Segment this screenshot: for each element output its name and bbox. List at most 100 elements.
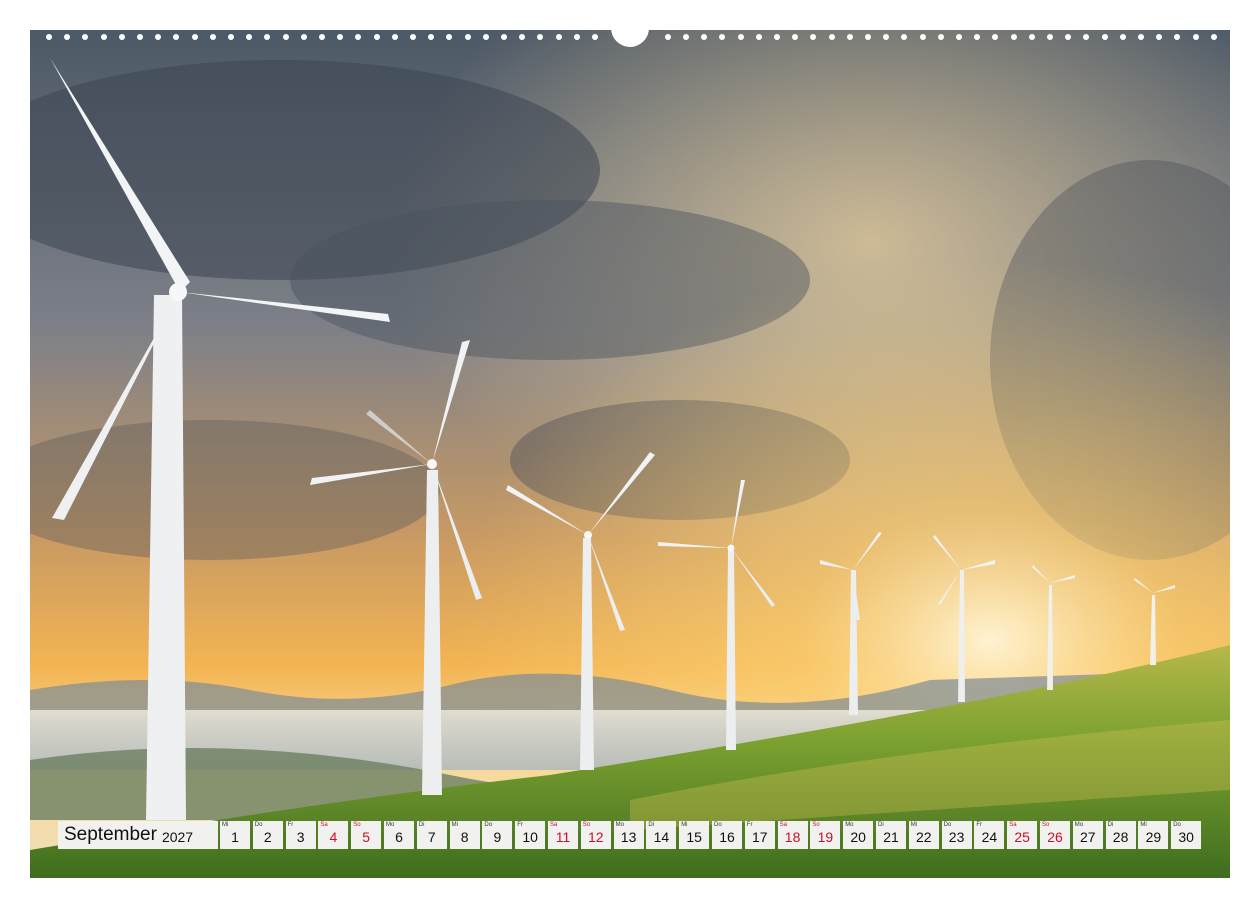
day-number: 17 (752, 829, 768, 845)
weekday-label: Mi (681, 822, 688, 828)
binding-hole (373, 34, 380, 40)
weekday-label: Do (714, 822, 722, 828)
weekday-label: Di (1107, 822, 1114, 828)
day-number: 23 (948, 829, 965, 845)
day-number: 25 (1014, 829, 1030, 845)
weekday-label: Sa (779, 822, 787, 828)
binding-hole (1065, 34, 1072, 40)
binding-hole (137, 34, 143, 40)
day-cell: Mo 27 (1072, 821, 1103, 849)
binding-hole (974, 34, 981, 40)
weekday-label: Do (254, 822, 263, 828)
binding-hole (683, 34, 689, 40)
day-number: 19 (817, 829, 834, 845)
day-number: 7 (427, 829, 436, 845)
binding-hole (391, 34, 398, 40)
day-cell: Fr 10 (515, 821, 546, 849)
weekday-label: Mo (615, 822, 624, 828)
day-cell: Do 23 (941, 821, 972, 849)
weekday-label: Mo (845, 822, 854, 828)
day-cell: Sa 4 (318, 821, 349, 849)
binding-hole (1047, 34, 1053, 40)
binding-hole (46, 34, 52, 40)
day-number: 6 (395, 829, 403, 845)
day-cell: Mo 6 (384, 821, 414, 849)
binding-hole (846, 34, 853, 40)
binding-hole (319, 34, 325, 40)
day-number: 18 (784, 829, 801, 845)
day-cell: Mo 13 (613, 821, 644, 849)
day-cell: Sa 18 (777, 821, 808, 849)
day-cell: Mi 15 (679, 821, 710, 849)
day-cell: Fr 3 (285, 821, 316, 849)
day-cell: Di 28 (1105, 821, 1136, 849)
day-number: 2 (263, 829, 272, 845)
day-cell: Do 16 (712, 821, 742, 849)
binding-hole (755, 34, 762, 40)
binding-hole (64, 34, 71, 40)
binding-hole (428, 34, 435, 40)
binding-hole (355, 34, 362, 40)
binding-hole (246, 34, 253, 40)
day-number: 10 (522, 829, 538, 845)
binding-hole (155, 34, 162, 40)
day-number: 1 (231, 829, 239, 845)
binding-hole (264, 34, 271, 40)
day-number: 12 (588, 829, 604, 845)
day-number: 24 (981, 829, 998, 845)
binding-hole (592, 34, 598, 40)
weekday-label: So (812, 822, 820, 828)
binding-hole (664, 34, 671, 40)
binding-hole (1174, 34, 1181, 40)
binding-hole (300, 34, 307, 40)
day-number: 20 (850, 829, 866, 845)
day-cell: Mi 8 (449, 821, 480, 849)
month-year: 2027 (161, 828, 194, 845)
binding-hole (865, 34, 871, 40)
day-number: 8 (460, 829, 469, 845)
weekday-label: Fr (517, 822, 523, 828)
binding-hole (100, 34, 107, 40)
binding-hole (482, 34, 489, 40)
day-cell: Fr 17 (744, 821, 775, 849)
binding-hole (209, 34, 216, 40)
day-cell: Di 14 (646, 821, 677, 849)
weekday-label: Mi (1140, 822, 1147, 828)
weekday-label: Mo (386, 822, 395, 828)
calendar-strip: September 2027 Mi 1 Do 2 Fr 3 Sa 4 So 5 Mo 6 Di 7 Mi 8 D… (58, 821, 1202, 849)
weekday-label: Mi (910, 822, 918, 828)
binding-hole (1210, 34, 1217, 40)
binding-hole (537, 34, 544, 40)
binding-hole (1101, 34, 1108, 40)
day-number: 11 (555, 829, 571, 845)
binding-hole (737, 34, 744, 40)
binding-hole (337, 34, 344, 40)
weekday-label: Sa (320, 822, 328, 828)
binding-hole (228, 34, 234, 40)
day-cell: Mi 1 (220, 821, 250, 849)
day-cell: Sa 11 (548, 821, 578, 849)
binding-hole (82, 34, 89, 40)
day-number: 5 (362, 829, 371, 845)
binding-hole (573, 34, 580, 40)
day-cell: Do 30 (1171, 821, 1202, 849)
weekday-label: So (1042, 822, 1050, 828)
binding-hole (410, 34, 416, 40)
day-number: 15 (686, 829, 702, 845)
binding-hole (191, 34, 198, 40)
binding-hole (919, 34, 926, 40)
month-label: September 2027 (58, 821, 218, 849)
weekday-label: So (582, 822, 591, 828)
binding-hole (810, 34, 817, 40)
weekday-label: Sa (550, 822, 558, 828)
weekday-label: Di (418, 822, 425, 828)
day-number: 14 (653, 829, 670, 845)
weekday-label: Mo (1074, 822, 1084, 828)
binding-hole (118, 34, 125, 40)
day-number: 30 (1178, 829, 1194, 845)
day-number: 13 (620, 829, 637, 845)
day-number: 29 (1145, 829, 1162, 845)
day-cell: Do 2 (252, 821, 283, 849)
weekday-label: Mi (451, 822, 458, 828)
binding-hole (1192, 34, 1199, 40)
